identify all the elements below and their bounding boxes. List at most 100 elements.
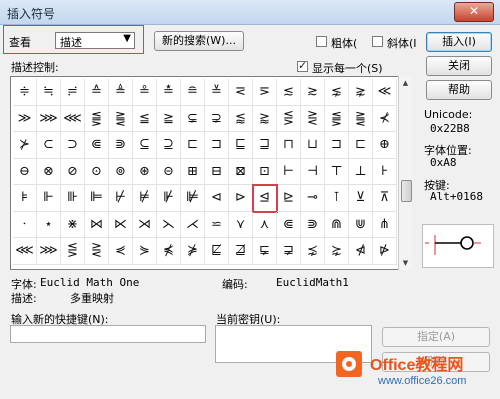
symbol-cell[interactable]: ⊔ bbox=[301, 132, 325, 159]
symbol-cell[interactable]: ⊦ bbox=[373, 158, 397, 185]
insert-button[interactable]: 插入(I) bbox=[426, 32, 492, 52]
symbol-cell[interactable]: ⊼ bbox=[373, 185, 397, 212]
symbol-cell[interactable]: ⋞ bbox=[109, 238, 133, 265]
symbol-cell[interactable]: ⊃ bbox=[61, 132, 85, 159]
symbol-cell[interactable]: ⊳ bbox=[229, 185, 253, 212]
symbol-cell[interactable]: ≛ bbox=[157, 79, 181, 106]
symbol-cell[interactable]: ⊖ bbox=[13, 158, 37, 185]
symbol-cell[interactable]: ≜ bbox=[109, 79, 133, 106]
symbol-cell[interactable]: ⋚ bbox=[61, 238, 85, 265]
symbol-cell[interactable]: ⪌ bbox=[349, 105, 373, 132]
symbol-cell[interactable]: ⋅ bbox=[13, 211, 37, 238]
italic-checkbox[interactable] bbox=[372, 36, 383, 47]
symbol-cell[interactable]: ⊕ bbox=[373, 132, 397, 159]
symbol-cell[interactable]: ⊑ bbox=[229, 132, 253, 159]
symbol-cell[interactable]: ≓ bbox=[61, 79, 85, 106]
symbol-cell[interactable]: ≲ bbox=[277, 79, 301, 106]
bold-checkbox[interactable] bbox=[316, 36, 327, 47]
symbol-cell[interactable]: ⊣ bbox=[301, 158, 325, 185]
symbol-cell[interactable]: ⊧ bbox=[13, 185, 37, 212]
symbol-cell[interactable]: ⊟ bbox=[205, 158, 229, 185]
symbol-cell[interactable]: ⊠ bbox=[229, 158, 253, 185]
symbol-cell[interactable]: ⋟ bbox=[133, 238, 157, 265]
symbol-cell[interactable]: ⋤ bbox=[253, 238, 277, 265]
symbol-cell[interactable]: ⊏ bbox=[181, 132, 205, 159]
symbol-cell[interactable]: ⊞ bbox=[181, 158, 205, 185]
symbol-cell[interactable]: ⊘ bbox=[61, 158, 85, 185]
symbol-cell[interactable]: ⊯ bbox=[181, 185, 205, 212]
symbol-cell[interactable]: ⋘ bbox=[13, 238, 37, 265]
symbol-cell[interactable]: ⋏ bbox=[253, 211, 277, 238]
symbol-cell[interactable]: ⊩ bbox=[37, 185, 61, 212]
symbol-cell[interactable]: ≫ bbox=[13, 105, 37, 132]
symbol-cell[interactable]: ⋧ bbox=[349, 79, 373, 106]
symbol-cell[interactable]: ⋘ bbox=[61, 105, 85, 132]
symbol-cell[interactable]: ⊒ bbox=[253, 132, 277, 159]
symbol-cell[interactable]: ⋆ bbox=[37, 211, 61, 238]
symbol-cell[interactable]: ⊊ bbox=[181, 105, 205, 132]
view-select[interactable]: 描述 ▼ bbox=[55, 32, 135, 49]
help-button[interactable]: 帮助 bbox=[426, 80, 492, 100]
symbol-cell[interactable]: ⊵ bbox=[277, 185, 301, 212]
symbol-cell[interactable]: ⊻ bbox=[349, 185, 373, 212]
symbol-cell[interactable]: ≗ bbox=[133, 79, 157, 106]
symbol-cell[interactable]: ⋓ bbox=[349, 211, 373, 238]
symbol-cell[interactable]: ⊪ bbox=[61, 185, 85, 212]
symbol-cell[interactable]: ⋡ bbox=[181, 238, 205, 265]
symbol-cell[interactable]: ⋎ bbox=[229, 211, 253, 238]
symbol-cell[interactable]: ⊫ bbox=[85, 185, 109, 212]
symbol-cell[interactable]: ⊸ bbox=[301, 185, 325, 212]
symbol-cell[interactable]: ⊝ bbox=[157, 158, 181, 185]
symbol-cell[interactable]: ≧ bbox=[157, 105, 181, 132]
symbol-cell[interactable]: ⋊ bbox=[133, 211, 157, 238]
grid-scrollbar[interactable]: ▲ ▼ bbox=[398, 76, 412, 270]
symbol-cell[interactable]: ⪆ bbox=[253, 105, 277, 132]
symbol-cell[interactable]: ⋨ bbox=[301, 238, 325, 265]
symbol-cell[interactable]: ≙ bbox=[85, 79, 109, 106]
symbol-cell[interactable]: ≒ bbox=[37, 79, 61, 106]
symbol-cell[interactable]: ⊋ bbox=[205, 105, 229, 132]
symbol-cell[interactable]: ⋪ bbox=[349, 238, 373, 265]
symbol-cell[interactable]: ⋠ bbox=[157, 238, 181, 265]
symbol-cell[interactable]: ⋑ bbox=[301, 211, 325, 238]
symbol-cell[interactable]: ⊢ bbox=[277, 158, 301, 185]
assign-button[interactable]: 指定(A) bbox=[382, 327, 490, 347]
symbol-cell[interactable]: ⋫ bbox=[373, 238, 397, 265]
symbol-cell[interactable]: ⋔ bbox=[373, 211, 397, 238]
symbol-cell[interactable]: ⋩ bbox=[325, 238, 349, 265]
symbol-cell[interactable]: ⋇ bbox=[61, 211, 85, 238]
symbol-cell[interactable]: ≑ bbox=[13, 79, 37, 106]
symbol-cell[interactable]: ⋥ bbox=[277, 238, 301, 265]
symbol-cell[interactable]: ⋛ bbox=[85, 238, 109, 265]
symbol-cell[interactable]: ⋢ bbox=[205, 238, 229, 265]
symbol-cell[interactable]: ⊤ bbox=[325, 158, 349, 185]
symbol-cell[interactable]: ⋍ bbox=[205, 211, 229, 238]
symbol-cell[interactable]: ⊇ bbox=[157, 132, 181, 159]
symbol-cell[interactable]: ⊏ bbox=[349, 132, 373, 159]
symbol-cell[interactable]: ⋐ bbox=[277, 211, 301, 238]
symbol-cell[interactable]: ⪋ bbox=[85, 105, 109, 132]
symbol-cell[interactable]: ⊛ bbox=[133, 158, 157, 185]
symbol-cell[interactable]: ⊙ bbox=[85, 158, 109, 185]
symbol-cell[interactable]: ⊆ bbox=[133, 132, 157, 159]
symbol-cell[interactable]: ⊂ bbox=[37, 132, 61, 159]
close-button[interactable]: 关闭 bbox=[426, 56, 492, 76]
symbol-cell[interactable]: ⊗ bbox=[37, 158, 61, 185]
symbol-cell[interactable]: ⊺ bbox=[325, 185, 349, 212]
symbol-cell[interactable]: ⊲ bbox=[205, 185, 229, 212]
symbol-cell[interactable]: ⋦ bbox=[325, 79, 349, 106]
symbol-cell[interactable]: ⋌ bbox=[181, 211, 205, 238]
symbol-cell[interactable]: ⊚ bbox=[109, 158, 133, 185]
symbol-cell-selected[interactable]: ⊴ bbox=[252, 184, 278, 213]
symbol-cell[interactable]: ⪅ bbox=[229, 105, 253, 132]
symbol-cell[interactable]: ⋐ bbox=[85, 132, 109, 159]
symbol-cell[interactable]: ⋚ bbox=[277, 105, 301, 132]
symbol-cell[interactable]: ⊮ bbox=[157, 185, 181, 212]
symbol-cell[interactable]: ⋜ bbox=[229, 79, 253, 106]
scroll-up-icon[interactable]: ▲ bbox=[400, 77, 411, 89]
symbol-cell[interactable]: ⋑ bbox=[109, 132, 133, 159]
symbol-cell[interactable]: ⊁ bbox=[13, 132, 37, 159]
symbol-cell[interactable]: ⪌ bbox=[109, 105, 133, 132]
symbol-cell[interactable]: ⪋ bbox=[325, 105, 349, 132]
symbol-cell[interactable]: ≳ bbox=[301, 79, 325, 106]
